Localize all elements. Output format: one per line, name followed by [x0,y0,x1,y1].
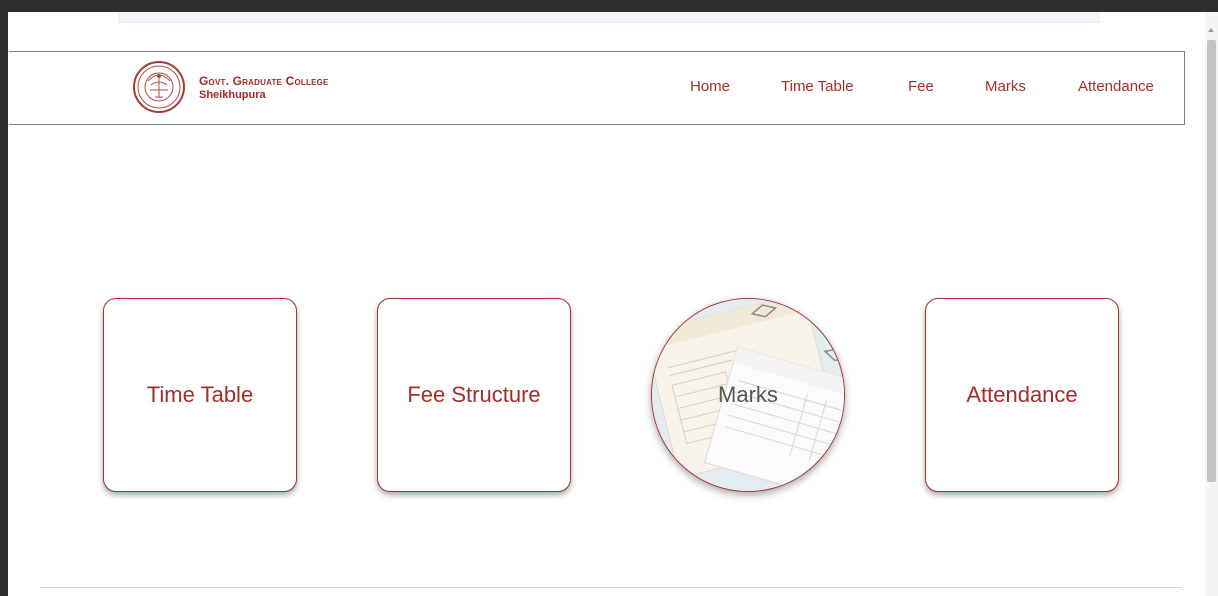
vertical-scrollbar[interactable] [1205,12,1218,596]
window-left-border [0,0,8,596]
scrollbar-thumb[interactable] [1207,40,1216,482]
marks-card-label: Marks [718,382,778,407]
time-table-card[interactable]: Time Table [103,298,297,492]
scroll-up-arrow-icon[interactable] [1208,28,1214,32]
nav-fee[interactable]: Fee [908,78,934,95]
browser-top-strip [118,12,1100,23]
brand-city[interactable]: Sheikhupura [199,89,266,101]
marks-card[interactable]: Marks [651,298,845,492]
attendance-card[interactable]: Attendance [925,298,1119,492]
fee-structure-card[interactable]: Fee Structure [377,298,571,492]
window-top-border [0,0,1218,12]
nav-marks[interactable]: Marks [985,78,1026,95]
fee-structure-card-label: Fee Structure [407,382,541,407]
site-header: Govt. Graduate College Sheikhupura Home … [9,51,1185,125]
content-divider [40,587,1182,588]
nav-home[interactable]: Home [690,78,730,95]
college-crest-icon[interactable] [133,61,185,113]
brand-name[interactable]: Govt. Graduate College [199,74,329,88]
nav-time-table[interactable]: Time Table [781,78,854,95]
time-table-card-label: Time Table [146,382,254,407]
nav-attendance[interactable]: Attendance [1078,78,1154,95]
attendance-card-label: Attendance [966,382,1078,407]
